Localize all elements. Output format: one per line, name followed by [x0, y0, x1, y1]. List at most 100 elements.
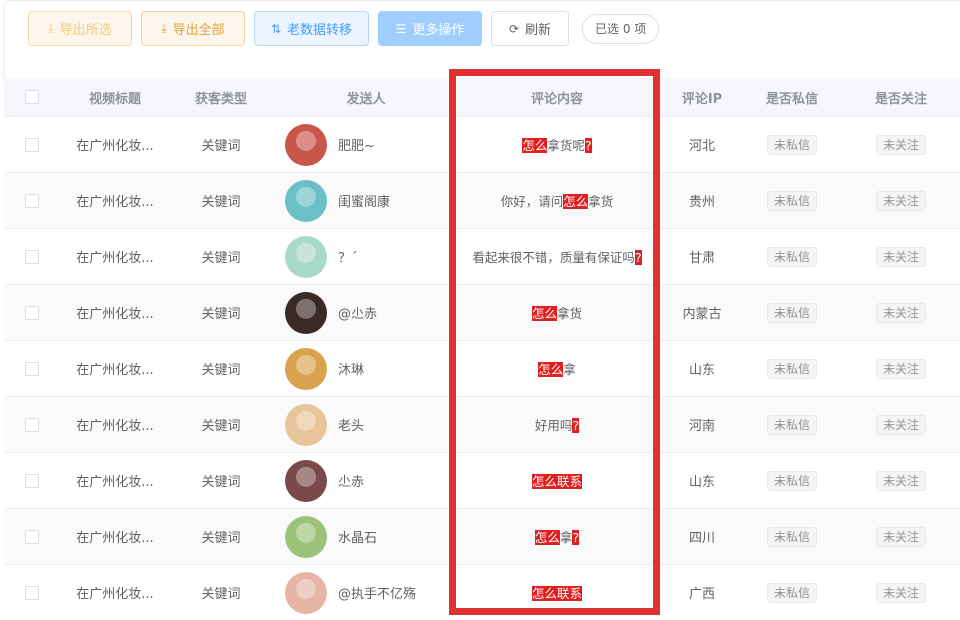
download-icon: ⤓: [161, 21, 167, 35]
acquisition-type: 关键词: [201, 531, 241, 546]
acquisition-type: 关键词: [201, 475, 241, 490]
row-checkbox[interactable]: [25, 137, 39, 152]
follow-status-cell: 未关注: [842, 117, 960, 172]
row-checkbox-cell: [4, 229, 60, 284]
dm-status-cell: 未私信: [742, 397, 842, 452]
table-row[interactable]: 在广州化妆... 关键词 水晶石 怎么拿? 四川 未私信 未关注: [4, 509, 960, 565]
comment-segment: 看起来很不错，质量有保证吗: [472, 250, 635, 265]
keyword-highlight: ?: [572, 530, 580, 545]
more-actions-button[interactable]: ☰ 更多操作: [378, 11, 482, 46]
comment-cell: 你好，请问怎么拿货: [452, 173, 662, 228]
sender-name: @执手不亿殇: [338, 587, 417, 602]
refresh-label: 刷新: [525, 23, 552, 38]
table-row[interactable]: 在广州化妆... 关键词 老头 好用吗? 河南 未私信 未关注: [4, 397, 960, 453]
follow-status-cell: 未关注: [842, 565, 960, 620]
acquisition-type: 关键词: [201, 587, 241, 602]
keyword-highlight: 怎么联系: [531, 586, 582, 601]
follow-status-cell: 未关注: [842, 397, 960, 452]
follow-status-cell: 未关注: [842, 341, 960, 396]
row-checkbox[interactable]: [25, 473, 39, 488]
export-all-label: 导出全部: [172, 23, 225, 38]
sender-name: 老头: [338, 419, 365, 434]
acquisition-type: 关键词: [201, 251, 241, 266]
dm-status-cell: 未私信: [742, 285, 842, 340]
table-row[interactable]: 在广州化妆... 关键词 闺蜜阁康 你好，请问怎么拿货 贵州 未私信 未关注: [4, 173, 960, 229]
keyword-highlight: ?: [584, 138, 592, 153]
table-row[interactable]: 在广州化妆... 关键词 ？ˊ 看起来很不错，质量有保证吗? 甘肃 未私信 未关注: [4, 229, 960, 285]
header-type: 获客类型: [194, 91, 247, 107]
refresh-icon: ⟳: [508, 21, 520, 36]
video-title: 在广州化妆...: [76, 419, 154, 434]
dm-status-tag: 未私信: [766, 134, 817, 155]
follow-status-tag: 未关注: [875, 302, 926, 323]
acquisition-type: 关键词: [201, 139, 241, 154]
acquisition-type: 关键词: [201, 419, 241, 434]
follow-status-cell: 未关注: [842, 509, 960, 564]
row-checkbox[interactable]: [25, 585, 39, 600]
row-checkbox[interactable]: [25, 417, 39, 432]
refresh-button[interactable]: ⟳ 刷新: [491, 11, 569, 46]
row-checkbox[interactable]: [25, 193, 39, 208]
comment-cell: 怎么拿货呢?: [452, 117, 662, 172]
dm-status-cell: 未私信: [742, 509, 842, 564]
video-title: 在广州化妆...: [76, 531, 154, 546]
avatar: [285, 347, 327, 390]
comment-cell: 怎么拿货: [452, 285, 662, 340]
sender-name: 沐琳: [338, 363, 365, 378]
comment-segment: 拿货呢: [547, 138, 585, 153]
avatar: [285, 179, 327, 222]
comment-ip: 甘肃: [688, 251, 715, 266]
row-checkbox-cell: [4, 117, 60, 172]
video-title: 在广州化妆...: [76, 363, 154, 378]
select-all-cell: [4, 78, 60, 116]
comment-segment: 拿货: [588, 194, 614, 209]
comment-segment: 拿: [559, 530, 573, 545]
header-title: 视频标题: [88, 91, 141, 107]
dm-status-cell: 未私信: [742, 173, 842, 228]
export-all-button[interactable]: ⤓ 导出全部: [141, 11, 245, 46]
dm-status-tag: 未私信: [766, 358, 817, 379]
video-title: 在广州化妆...: [76, 475, 154, 490]
export-selected-button[interactable]: ⤓ 导出所选: [28, 11, 132, 46]
dm-status-tag: 未私信: [766, 582, 817, 603]
follow-status-tag: 未关注: [875, 190, 926, 211]
selected-count-badge: 已选 0 项: [582, 13, 660, 44]
row-checkbox[interactable]: [25, 305, 39, 320]
row-checkbox[interactable]: [25, 249, 39, 264]
header-follow: 是否关注: [874, 91, 927, 107]
transfer-icon: ⇅: [270, 21, 282, 36]
sender-cell: ？ˊ: [272, 229, 460, 284]
table-row[interactable]: 在广州化妆... 关键词 肥肥~ 怎么拿货呢? 河北 未私信 未关注: [4, 117, 960, 173]
follow-status-tag: 未关注: [875, 526, 926, 547]
row-checkbox[interactable]: [25, 361, 39, 376]
table-row[interactable]: 在广州化妆... 关键词 @执手不亿殇 怎么联系 广西 未私信 未关注: [4, 565, 960, 620]
comment-ip: 山东: [688, 363, 715, 378]
comment-ip: 广西: [688, 587, 715, 602]
comment-cell: 怎么联系: [452, 565, 662, 620]
sender-cell: 肥肥~: [272, 117, 460, 172]
table-row[interactable]: 在广州化妆... 关键词 @尐赤 怎么拿货 内蒙古 未私信 未关注: [4, 285, 960, 341]
avatar: [285, 515, 327, 558]
table-row[interactable]: 在广州化妆... 关键词 尐赤 怎么联系 山东 未私信 未关注: [4, 453, 960, 509]
comment-cell: 怎么拿?: [452, 509, 662, 564]
video-title: 在广州化妆...: [76, 251, 154, 266]
toolbar: ⤓ 导出所选 ⤓ 导出全部 ⇅ 老数据转移 ☰ 更多操作 ⟳ 刷新 已选 0 项: [28, 11, 660, 46]
comment-segment: 拿: [563, 362, 576, 377]
sender-name: ？ˊ: [338, 251, 358, 266]
table-row[interactable]: 在广州化妆... 关键词 沐琳 怎么拿 山东 未私信 未关注: [4, 341, 960, 397]
comment-text: 看起来很不错，质量有保证吗?: [472, 247, 642, 266]
row-checkbox-cell: [4, 173, 60, 228]
select-all-checkbox[interactable]: [25, 90, 39, 104]
sender-name: 尐赤: [338, 475, 365, 490]
comment-ip: 贵州: [688, 195, 715, 210]
sender-name: 闺蜜阁康: [338, 195, 391, 210]
row-checkbox[interactable]: [25, 529, 39, 544]
migrate-old-data-button[interactable]: ⇅ 老数据转移: [254, 11, 369, 46]
more-actions-label: 更多操作: [412, 23, 465, 38]
comment-text: 怎么拿货: [531, 303, 582, 322]
sender-name: @尐赤: [338, 307, 378, 322]
follow-status-cell: 未关注: [842, 453, 960, 508]
comment-text: 怎么拿?: [534, 527, 580, 546]
video-title: 在广州化妆...: [76, 307, 154, 322]
download-icon: ⤓: [48, 21, 54, 35]
